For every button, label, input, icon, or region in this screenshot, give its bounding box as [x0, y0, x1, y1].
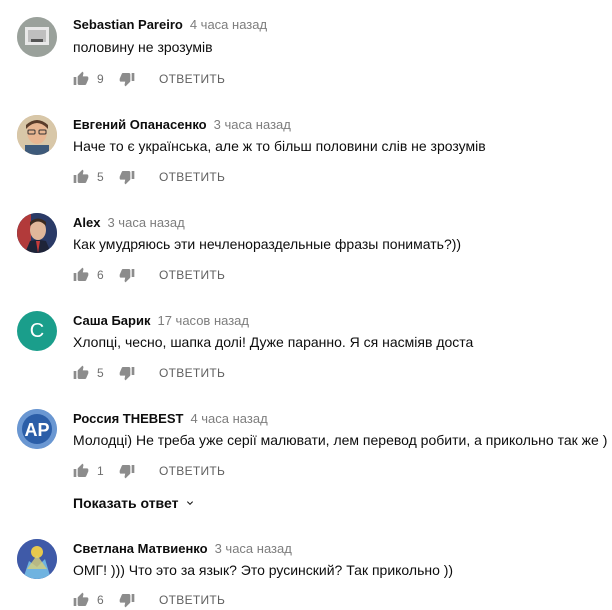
reply-button[interactable]: ОТВЕТИТЬ: [159, 268, 225, 282]
thumbs-up-icon[interactable]: [73, 365, 89, 381]
thumbs-down-icon[interactable]: [119, 592, 135, 608]
avatar[interactable]: C: [17, 311, 57, 351]
author-name[interactable]: Alex: [73, 215, 100, 230]
thumbs-up-icon[interactable]: [73, 592, 89, 608]
like-count: 6: [97, 268, 104, 282]
author-name[interactable]: Sebastian Pareiro: [73, 17, 183, 32]
timestamp[interactable]: 4 часа назад: [190, 411, 267, 426]
reply-button[interactable]: ОТВЕТИТЬ: [159, 464, 225, 478]
avatar-letter: C: [29, 319, 45, 342]
author-name[interactable]: Светлана Матвиенко: [73, 541, 208, 556]
comment-text: Как умудряюсь эти нечленораздельные фраз…: [73, 236, 462, 252]
thumbs-down-icon[interactable]: [119, 463, 135, 479]
thumbs-down-icon[interactable]: [119, 365, 135, 381]
thumbs-down-icon[interactable]: [119, 71, 135, 87]
avatar-letters: AP: [24, 420, 49, 440]
timestamp[interactable]: 3 часа назад: [214, 117, 291, 132]
comment-text: половину не зрозумів: [73, 39, 213, 55]
timestamp[interactable]: 3 часа назад: [107, 215, 184, 230]
thumbs-up-icon[interactable]: [73, 463, 89, 479]
reply-button[interactable]: ОТВЕТИТЬ: [159, 170, 225, 184]
like-count: 9: [97, 72, 104, 86]
author-name[interactable]: Евгений Опанасенко: [73, 117, 207, 132]
thumbs-up-icon[interactable]: [73, 169, 89, 185]
avatar[interactable]: AP: [17, 409, 57, 449]
reply-button[interactable]: ОТВЕТИТЬ: [159, 593, 225, 607]
author-name[interactable]: Россия THEBEST: [73, 411, 183, 426]
avatar[interactable]: [17, 539, 57, 579]
comment-text: ОМГ! ))) Что это за язык? Это русинский?…: [73, 562, 454, 578]
like-count: 5: [97, 170, 104, 184]
comment-text: Молодці) Не треба уже серії малювати, ле…: [73, 432, 608, 448]
comment-text: Наче то є українська, але ж то більш пол…: [73, 138, 486, 154]
thumbs-up-icon[interactable]: [73, 71, 89, 87]
author-name[interactable]: Саша Барик: [73, 313, 150, 328]
reply-button[interactable]: ОТВЕТИТЬ: [159, 72, 225, 86]
avatar[interactable]: [17, 115, 57, 155]
avatar[interactable]: [17, 213, 57, 253]
timestamp[interactable]: 4 часа назад: [190, 17, 267, 32]
like-count: 5: [97, 366, 104, 380]
chevron-down-icon: [187, 501, 194, 505]
like-count: 1: [97, 464, 104, 478]
thumbs-up-icon[interactable]: [73, 267, 89, 283]
like-count: 6: [97, 593, 104, 607]
thumbs-down-icon[interactable]: [119, 267, 135, 283]
timestamp[interactable]: 3 часа назад: [215, 541, 292, 556]
show-replies-button[interactable]: Показать ответ: [73, 495, 196, 511]
reply-button[interactable]: ОТВЕТИТЬ: [159, 366, 225, 380]
show-replies-label: Показать ответ: [73, 495, 179, 511]
comment-text: Хлопці, чесно, шапка долі! Дуже параннo.…: [73, 334, 474, 350]
thumbs-down-icon[interactable]: [119, 169, 135, 185]
avatar[interactable]: [17, 17, 57, 57]
timestamp[interactable]: 17 часов назад: [157, 313, 249, 328]
